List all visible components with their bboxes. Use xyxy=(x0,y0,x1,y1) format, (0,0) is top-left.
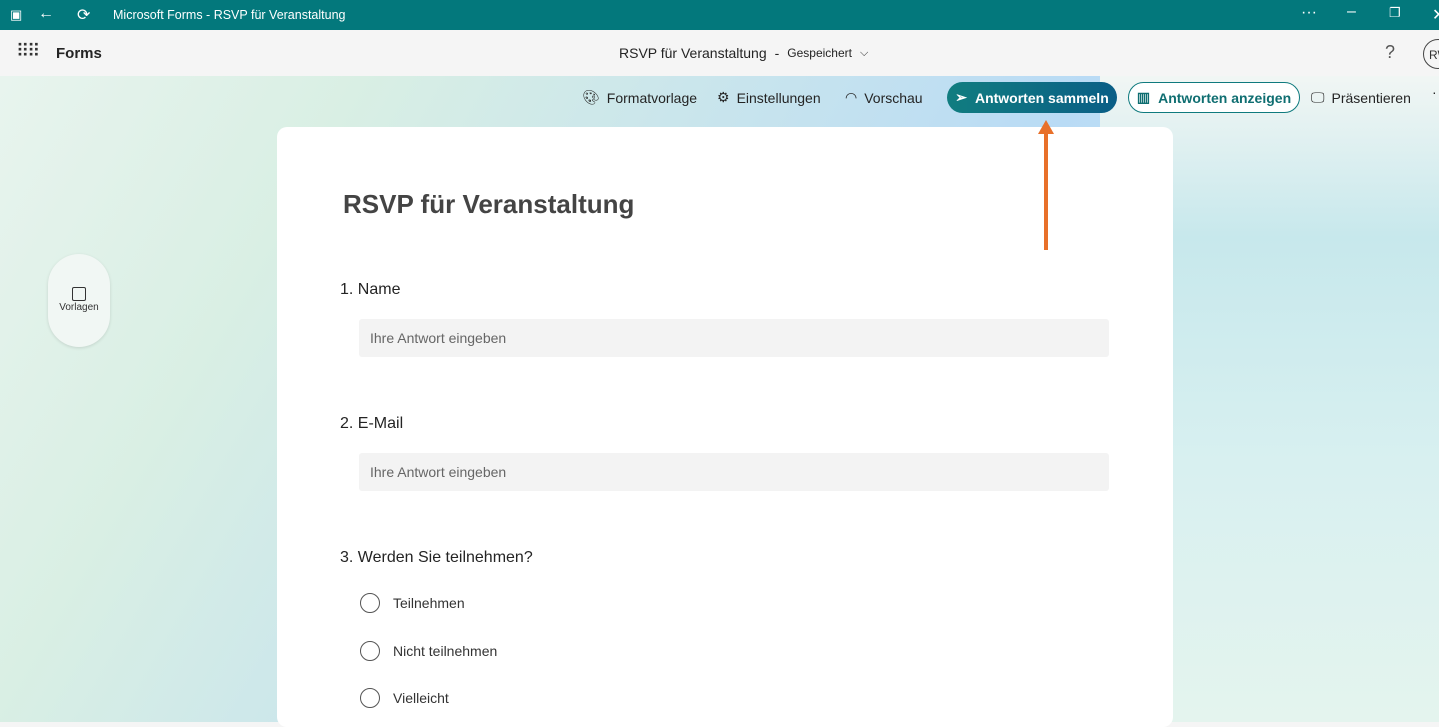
style-label: Formatvorlage xyxy=(606,89,698,106)
separator: - xyxy=(774,45,780,61)
minimize-icon[interactable]: – xyxy=(1347,3,1356,21)
email-input[interactable]: Ihre Antwort eingeben xyxy=(359,453,1109,491)
send-icon: ➢ xyxy=(955,89,967,105)
present-label: Präsentieren xyxy=(1331,89,1411,106)
name-input[interactable]: Ihre Antwort eingeben xyxy=(359,319,1109,357)
eye-icon: ◠ xyxy=(845,89,858,105)
settings-button[interactable]: ⚙ Einstellungen xyxy=(717,89,821,106)
window-title: Microsoft Forms - RSVP für Veranstaltung xyxy=(113,8,346,22)
back-icon[interactable]: ← xyxy=(38,5,54,23)
option-label: Vielleicht xyxy=(393,690,449,706)
radio-circle[interactable] xyxy=(360,593,380,613)
restore-icon[interactable]: ❐ xyxy=(1389,5,1401,21)
question-label: 3. Werden Sie teilnehmen? xyxy=(340,549,533,566)
form-title[interactable]: RSVP für Veranstaltung xyxy=(343,189,634,220)
app-launcher-icon[interactable]: ⠿⠿ xyxy=(16,41,40,62)
preview-button[interactable]: ◠ Vorschau xyxy=(845,89,923,106)
radio-circle[interactable] xyxy=(360,641,380,661)
doc-title: RSVP für Veranstaltung xyxy=(619,45,767,61)
document-title-menu[interactable]: RSVP für Veranstaltung - Gespeichert ⌵ xyxy=(619,45,868,61)
option-label: Nicht teilnehmen xyxy=(393,643,498,659)
settings-label: Einstellungen xyxy=(736,89,821,106)
radio-option[interactable]: Teilnehmen xyxy=(360,593,465,613)
gear-icon: ⚙ xyxy=(717,89,730,105)
app-header: ⠿⠿ Forms RSVP für Veranstaltung - Gespei… xyxy=(0,30,1439,76)
chart-icon: ▥ xyxy=(1136,89,1151,105)
view-responses-label: Antworten anzeigen xyxy=(1158,89,1292,106)
palette-icon: 🎨︎ xyxy=(582,89,600,105)
collect-label: Antworten sammeln xyxy=(974,89,1109,106)
question-label: 2. E-Mail xyxy=(340,415,404,432)
style-button[interactable]: 🎨︎ Formatvorlage xyxy=(582,89,697,106)
chevron-down-icon: ⌵ xyxy=(859,46,869,59)
monitor-icon: 🖵 xyxy=(1311,89,1325,105)
collect-responses-button[interactable]: ➢ Antworten sammeln xyxy=(947,82,1117,113)
help-icon[interactable]: ? xyxy=(1385,42,1395,63)
option-label: Teilnehmen xyxy=(393,595,465,611)
annotation-arrowhead xyxy=(1038,120,1054,134)
radio-circle[interactable] xyxy=(360,688,380,708)
save-status: Gespeichert xyxy=(787,46,852,60)
app-name: Forms xyxy=(56,45,102,62)
templates-button[interactable]: Vorlagen xyxy=(48,254,110,347)
view-responses-button[interactable]: ▥ Antworten anzeigen xyxy=(1128,82,1300,113)
radio-option[interactable]: Vielleicht xyxy=(360,688,449,708)
refresh-icon[interactable]: ⟳ xyxy=(77,5,90,25)
forms-app-icon: ▣ xyxy=(10,7,23,22)
close-icon[interactable]: ✕ xyxy=(1432,5,1439,25)
more-icon[interactable]: ··· xyxy=(1301,4,1317,22)
templates-icon xyxy=(72,287,86,301)
annotation-arrow xyxy=(1044,128,1048,250)
radio-option[interactable]: Nicht teilnehmen xyxy=(360,641,497,661)
present-button[interactable]: 🖵 Präsentieren xyxy=(1311,89,1411,106)
avatar[interactable]: RW xyxy=(1423,39,1439,69)
toolbar: 🎨︎ Formatvorlage ⚙ Einstellungen ◠ Vorschau… xyxy=(0,80,1439,116)
form-card: RSVP für Veranstaltung 1. Name Ihre Antw… xyxy=(277,127,1173,727)
templates-label: Vorlagen xyxy=(59,302,99,313)
question-label: 1. Name xyxy=(340,281,401,298)
window-titlebar: ▣ ← ⟳ Microsoft Forms - RSVP für Veranst… xyxy=(0,0,1439,30)
preview-label: Vorschau xyxy=(864,89,923,106)
more-options-icon[interactable]: · xyxy=(1432,84,1437,100)
